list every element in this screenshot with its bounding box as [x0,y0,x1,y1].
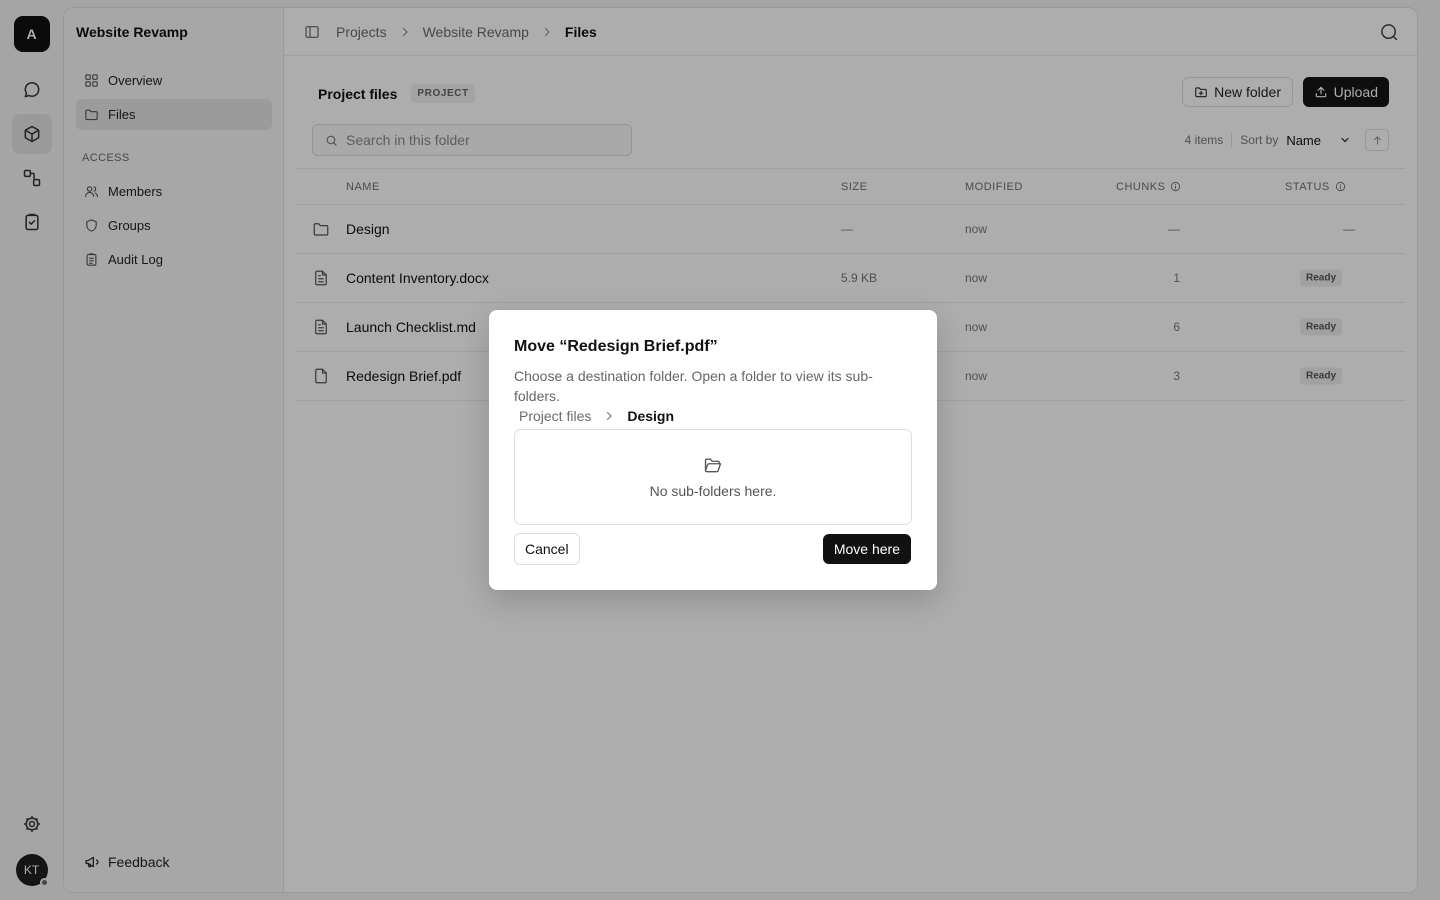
move-file-dialog: Move “Redesign Brief.pdf” Choose a desti… [489,310,937,590]
folder-open-icon [704,458,722,473]
destination-crumb-current: Design [627,408,675,424]
empty-state-text: No sub-folders here. [649,483,777,499]
folder-picker: No sub-folders here. [514,429,912,525]
destination-breadcrumb: Project files Design [519,408,674,424]
dialog-description: Choose a destination folder. Open a fold… [514,368,873,404]
cancel-button[interactable]: Cancel [514,533,580,565]
destination-crumb-root[interactable]: Project files [519,408,591,424]
move-here-button[interactable]: Move here [822,534,911,564]
dialog-title: Move “Redesign Brief.pdf” [514,338,718,355]
chevron-right-icon [607,411,613,421]
